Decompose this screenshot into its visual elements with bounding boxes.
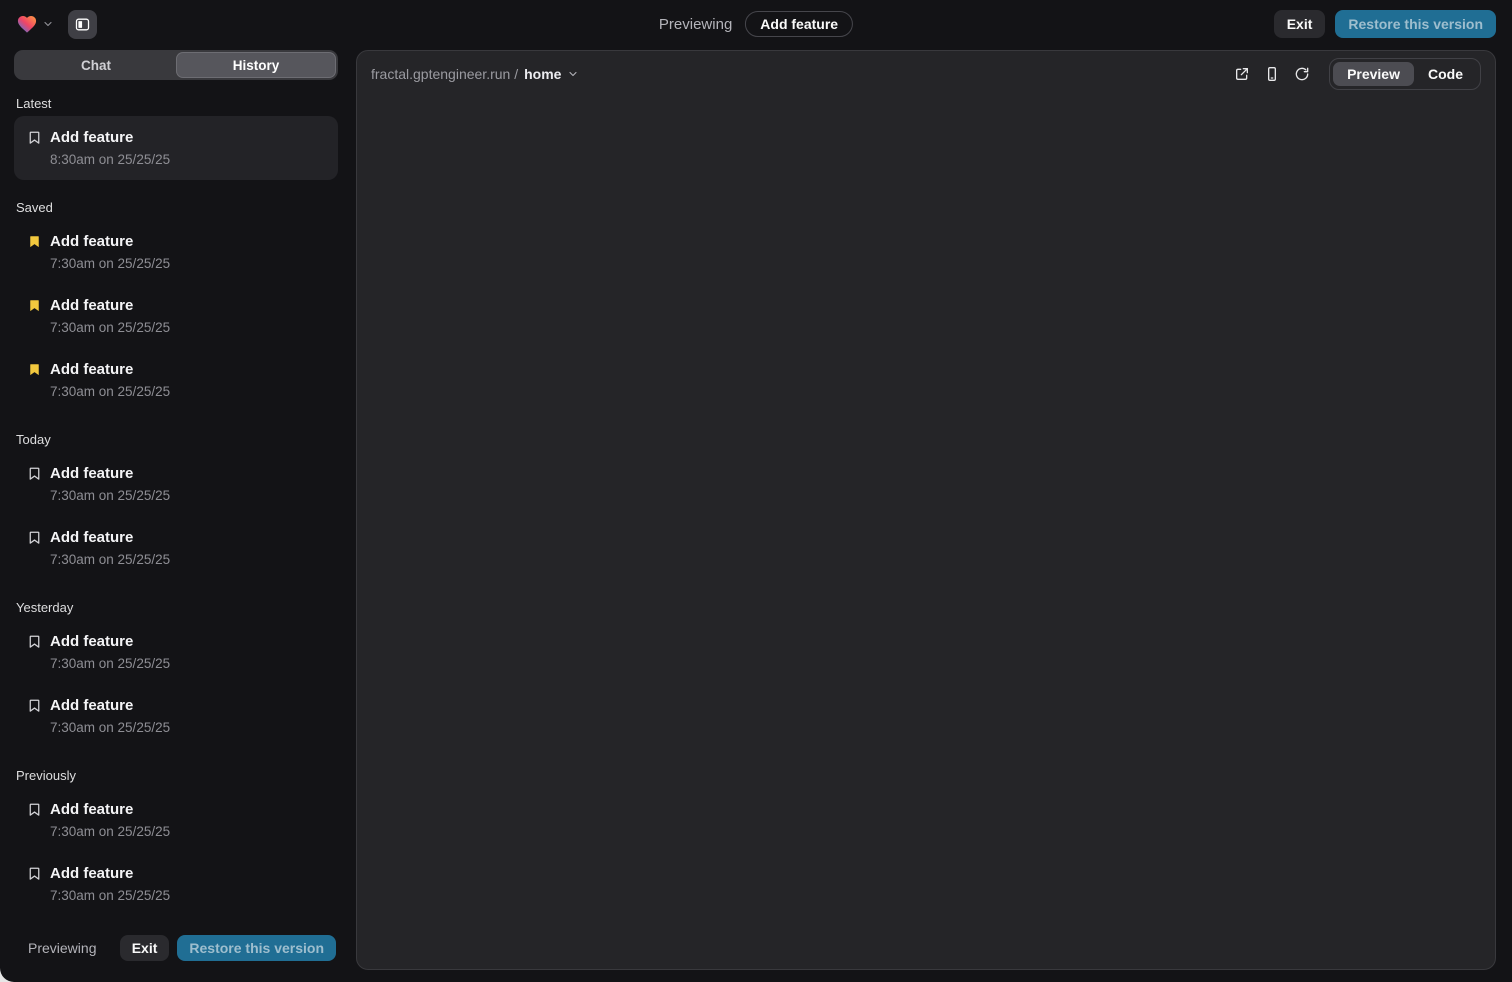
history-item-title: Add feature <box>50 801 133 818</box>
bookmark-icon <box>26 633 42 649</box>
external-link-icon <box>1234 66 1250 82</box>
app-window: Previewing Add feature Exit Restore this… <box>0 0 1512 982</box>
breadcrumb-page: home <box>524 66 561 82</box>
mobile-view-button[interactable] <box>1259 61 1285 87</box>
history-item[interactable]: Add feature 7:30am on 25/25/25 <box>14 348 338 412</box>
history-item-title: Add feature <box>50 297 133 314</box>
history-item-time: 7:30am on 25/25/25 <box>50 654 326 674</box>
bookmark-icon <box>26 297 42 313</box>
history-item-title: Add feature <box>50 233 133 250</box>
bookmark-icon <box>26 529 42 545</box>
history-section-title: Today <box>16 432 334 448</box>
history-item[interactable]: Add feature 7:30am on 25/25/25 <box>14 852 338 916</box>
history-item-title: Add feature <box>50 697 133 714</box>
toggle-code[interactable]: Code <box>1414 62 1477 86</box>
exit-button[interactable]: Exit <box>1274 10 1326 38</box>
history-item-time: 7:30am on 25/25/25 <box>50 822 326 842</box>
version-badge[interactable]: Add feature <box>745 11 853 37</box>
view-toggle: Preview Code <box>1329 58 1481 90</box>
history-item-title: Add feature <box>50 633 133 650</box>
history-item-time: 7:30am on 25/25/25 <box>50 718 326 738</box>
tab-chat[interactable]: Chat <box>16 52 176 78</box>
bookmark-icon <box>26 801 42 817</box>
footer-previewing-label: Previewing <box>28 940 96 956</box>
footer-restore-version-button[interactable]: Restore this version <box>177 935 336 961</box>
history-item-title: Add feature <box>50 129 133 146</box>
preview-panel: fractal.gptengineer.run / home <box>356 50 1496 970</box>
sidebar-tabbar: Chat History <box>14 50 338 80</box>
bookmark-icon <box>26 233 42 249</box>
history-item-time: 7:30am on 25/25/25 <box>50 486 326 506</box>
bookmark-icon <box>26 697 42 713</box>
history-item[interactable]: Add feature 7:30am on 25/25/25 <box>14 620 338 684</box>
history-item-time: 8:30am on 25/25/25 <box>50 150 326 170</box>
history-section-title: Yesterday <box>16 600 334 616</box>
history-item-time: 7:30am on 25/25/25 <box>50 550 326 570</box>
history-section-title: Previously <box>16 768 334 784</box>
history-section-title: Saved <box>16 200 334 216</box>
history-section: Yesterday Add feature 7:30am on 25/25/25… <box>14 600 338 748</box>
history-item-title: Add feature <box>50 865 133 882</box>
mobile-phone-icon <box>1264 66 1280 82</box>
chevron-down-icon <box>567 68 579 80</box>
history-section: Latest Add feature 8:30am on 25/25/25 <box>14 96 338 180</box>
history-item[interactable]: Add feature 8:30am on 25/25/25 <box>14 116 338 180</box>
history-list: Latest Add feature 8:30am on 25/25/25 Sa… <box>14 88 338 926</box>
refresh-icon <box>1294 66 1310 82</box>
history-item-title: Add feature <box>50 529 133 546</box>
history-item[interactable]: Add feature 7:30am on 25/25/25 <box>14 788 338 852</box>
breadcrumb-site: fractal.gptengineer.run / <box>371 66 518 82</box>
sidebar-toggle-icon <box>74 16 91 33</box>
history-section: Previously Add feature 7:30am on 25/25/2… <box>14 768 338 916</box>
bookmark-icon <box>26 361 42 377</box>
heart-gradient-icon <box>16 14 38 34</box>
previewing-label: Previewing <box>659 16 732 33</box>
sidebar-footer: Previewing Exit Restore this version <box>14 926 338 970</box>
chevron-down-icon <box>42 18 54 30</box>
history-item-time: 7:30am on 25/25/25 <box>50 318 326 338</box>
footer-exit-button[interactable]: Exit <box>120 935 170 961</box>
history-item[interactable]: Add feature 7:30am on 25/25/25 <box>14 684 338 748</box>
history-item[interactable]: Add feature 7:30am on 25/25/25 <box>14 516 338 580</box>
history-item[interactable]: Add feature 7:30am on 25/25/25 <box>14 220 338 284</box>
bookmark-icon <box>26 129 42 145</box>
tab-history[interactable]: History <box>176 52 336 78</box>
history-item-time: 7:30am on 25/25/25 <box>50 382 326 402</box>
history-section-title: Latest <box>16 96 334 112</box>
sidebar: Chat History Latest Add feature 8:30am o… <box>14 50 338 970</box>
preview-content <box>357 97 1495 969</box>
bookmark-icon <box>26 465 42 481</box>
bookmark-icon <box>26 865 42 881</box>
history-item-time: 7:30am on 25/25/25 <box>50 886 326 906</box>
history-section: Saved Add feature 7:30am on 25/25/25 Add… <box>14 200 338 412</box>
history-section: Today Add feature 7:30am on 25/25/25 Add… <box>14 432 338 580</box>
history-item-title: Add feature <box>50 361 133 378</box>
topbar: Previewing Add feature Exit Restore this… <box>0 0 1512 48</box>
open-external-button[interactable] <box>1229 61 1255 87</box>
history-item-title: Add feature <box>50 465 133 482</box>
sidebar-toggle-button[interactable] <box>68 10 97 39</box>
toggle-preview[interactable]: Preview <box>1333 62 1414 86</box>
logo-menu-button[interactable] <box>16 14 54 34</box>
preview-header: fractal.gptengineer.run / home <box>357 51 1495 97</box>
restore-version-button[interactable]: Restore this version <box>1335 10 1496 38</box>
history-item-time: 7:30am on 25/25/25 <box>50 254 326 274</box>
history-item[interactable]: Add feature 7:30am on 25/25/25 <box>14 452 338 516</box>
breadcrumb[interactable]: fractal.gptengineer.run / home <box>371 66 579 82</box>
refresh-button[interactable] <box>1289 61 1315 87</box>
history-item[interactable]: Add feature 7:30am on 25/25/25 <box>14 284 338 348</box>
